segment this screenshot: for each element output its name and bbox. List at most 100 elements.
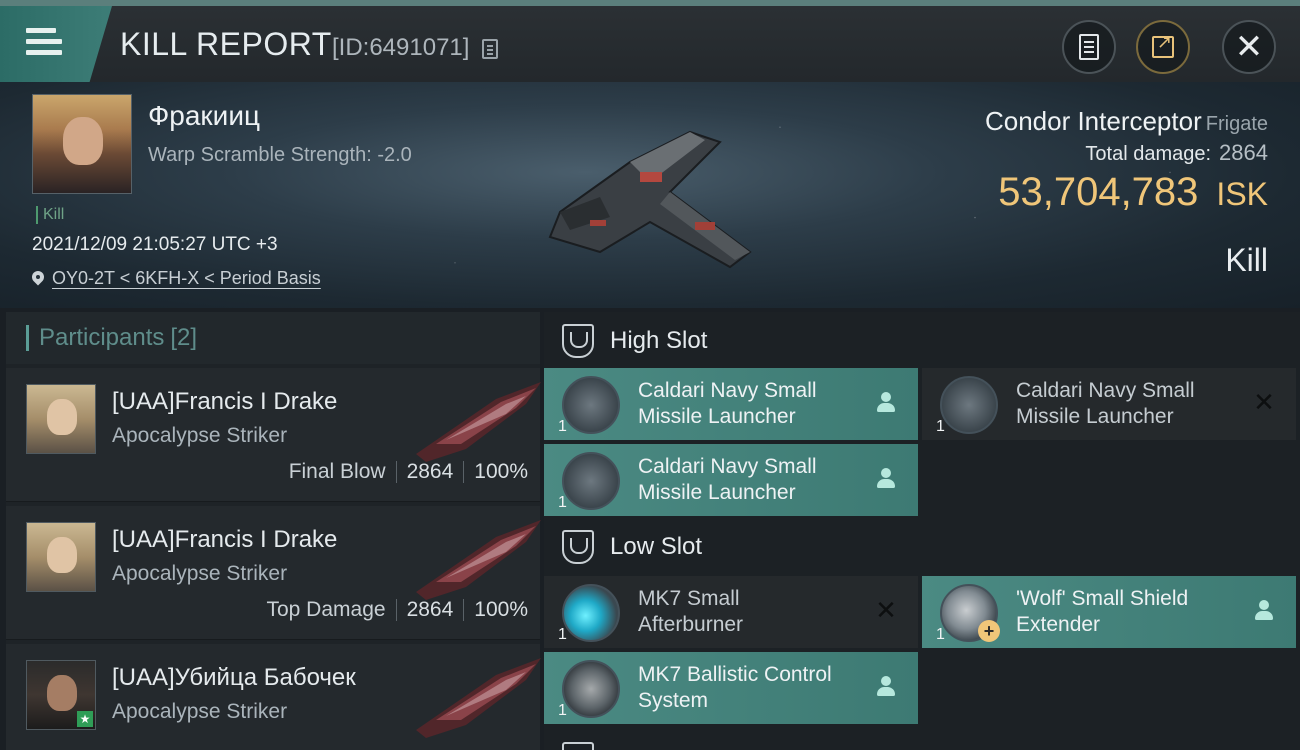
module-name: Caldari Navy Small Missile Launcher: [1016, 378, 1195, 430]
divider: [463, 599, 465, 621]
module-name-line1: MK7 Ballistic Control: [638, 663, 832, 686]
participant-ship-image: [416, 658, 541, 738]
participant-portrait[interactable]: [26, 522, 96, 592]
slot-shield-icon: [562, 742, 594, 750]
module-name-line2: Extender: [1016, 613, 1101, 636]
participant-role: Final Blow: [288, 460, 386, 483]
victim-summary: Фракииц Warp Scramble Strength: -2.0 Kil…: [0, 82, 1300, 308]
shield-extender-icon: +: [940, 584, 1000, 642]
kill-tag: Kill: [36, 206, 64, 224]
header-bar: KILL REPORT [ID:6491071] ✕: [0, 0, 1300, 82]
module-item[interactable]: 1 Caldari Navy Small Missile Launcher: [544, 444, 918, 516]
page-title: KILL REPORT: [120, 26, 332, 62]
participant-percent: 100%: [474, 598, 528, 621]
participant-name[interactable]: [UAA]Francis I Drake: [112, 526, 337, 554]
report-button[interactable]: [1062, 20, 1116, 74]
module-name-line1: 'Wolf' Small Shield: [1016, 587, 1189, 610]
missile-launcher-icon: [562, 376, 620, 434]
module-name-line1: Caldari Navy Small: [638, 455, 817, 478]
participant-ship-image: [416, 520, 541, 600]
close-button[interactable]: ✕: [1222, 20, 1276, 74]
module-quantity: 1: [558, 626, 567, 643]
participants-header: Participants [2]: [6, 312, 540, 364]
module-name-line2: Missile Launcher: [638, 481, 796, 504]
isk-unit: ISK: [1216, 176, 1268, 212]
module-name-line1: Caldari Navy Small: [1016, 379, 1195, 402]
participant-portrait[interactable]: ★: [26, 660, 96, 730]
kill-result: Kill: [1225, 242, 1268, 278]
close-icon: ✕: [1253, 387, 1275, 417]
user-icon: [1252, 598, 1276, 622]
next-slot-header: [544, 732, 1300, 750]
high-slot-header: High Slot: [544, 314, 1300, 368]
kill-timestamp: 2021/12/09 21:05:27 UTC +3: [32, 234, 278, 255]
participants-count: [2]: [170, 324, 198, 351]
low-slot-header: Low Slot: [544, 520, 1300, 574]
module-name-line2: System: [638, 689, 709, 712]
participant-stats: Final Blow 2864 100%: [289, 460, 528, 484]
total-damage-value: 2864: [1219, 140, 1268, 165]
participant-name[interactable]: [UAA]Francis I Drake: [112, 388, 337, 416]
ballistic-control-icon: [562, 660, 620, 718]
user-icon: [874, 466, 898, 490]
module-name: Caldari Navy Small Missile Launcher: [638, 378, 817, 430]
victim-name[interactable]: Фракииц: [148, 100, 260, 132]
kill-location[interactable]: OY0-2T < 6KFH-X < Period Basis: [32, 268, 321, 289]
module-item[interactable]: 1 MK7 Small Afterburner ✕: [544, 576, 918, 648]
module-name-line1: Caldari Navy Small: [638, 379, 817, 402]
module-name: Caldari Navy Small Missile Launcher: [638, 454, 817, 506]
share-icon: [1152, 32, 1174, 58]
copy-icon[interactable]: [482, 39, 498, 59]
module-item[interactable]: 1 Caldari Navy Small Missile Launcher: [544, 368, 918, 440]
module-quantity: 1: [936, 626, 945, 643]
user-icon: [874, 674, 898, 698]
participant-ship: Apocalypse Striker: [112, 562, 288, 585]
participant-ship-image: [416, 382, 541, 462]
victim-ship-name: Condor Interceptor Frigate: [985, 106, 1268, 137]
module-item[interactable]: + 1 'Wolf' Small Shield Extender: [922, 576, 1296, 648]
module-quantity: 1: [558, 418, 567, 435]
participant-row[interactable]: [UAA]Francis I Drake Apocalypse Striker …: [6, 368, 541, 502]
total-damage: Total damage: 2864: [1085, 140, 1268, 166]
divider: [395, 599, 397, 621]
star-icon: ★: [77, 711, 93, 727]
module-name-line2: Missile Launcher: [638, 405, 796, 428]
participants-panel: Participants [2] [UAA]Francis I Drake Ap…: [6, 312, 541, 750]
participant-damage: 2864: [406, 598, 454, 621]
divider: [463, 461, 465, 483]
module-name: 'Wolf' Small Shield Extender: [1016, 586, 1188, 638]
participant-role: Top Damage: [266, 598, 386, 621]
fitting-panel: High Slot 1 Caldari Navy Small Missile La…: [544, 312, 1300, 750]
close-icon: ✕: [1234, 28, 1264, 66]
document-icon: [1079, 34, 1099, 60]
participant-damage: 2864: [406, 460, 454, 483]
participant-name[interactable]: [UAA]Убийца Бабочек: [112, 664, 356, 692]
ship-type[interactable]: Condor Interceptor: [985, 106, 1202, 136]
victim-portrait[interactable]: [32, 94, 132, 194]
participant-row[interactable]: ★ [UAA]Убийца Бабочек Apocalypse Striker: [6, 644, 541, 750]
module-item[interactable]: 1 MK7 Ballistic Control System: [544, 652, 918, 724]
menu-button[interactable]: [0, 6, 112, 82]
module-name: MK7 Small Afterburner: [638, 586, 743, 638]
participant-row[interactable]: [UAA]Francis I Drake Apocalypse Striker …: [6, 506, 541, 640]
low-slot-title: Low Slot: [610, 533, 703, 560]
location-pin-icon: [32, 271, 44, 287]
participant-portrait[interactable]: [26, 384, 96, 454]
user-icon: [874, 390, 898, 414]
missile-launcher-icon: [562, 452, 620, 510]
ship-class: Frigate: [1205, 113, 1268, 135]
participant-ship: Apocalypse Striker: [112, 424, 288, 447]
module-item[interactable]: 1 Caldari Navy Small Missile Launcher ✕: [922, 368, 1296, 440]
module-name-line2: Afterburner: [638, 613, 744, 636]
slot-shield-icon: [562, 530, 594, 564]
missile-launcher-icon: [940, 376, 998, 434]
module-quantity: 1: [936, 418, 945, 435]
module-name-line1: MK7 Small: [638, 587, 740, 610]
total-damage-label: Total damage:: [1085, 143, 1212, 165]
share-button[interactable]: [1136, 20, 1190, 74]
isk-value: 53,704,783 ISK: [998, 170, 1268, 215]
participant-stats: Top Damage 2864 100%: [266, 598, 528, 622]
divider: [395, 461, 397, 483]
hamburger-menu-icon: [26, 28, 62, 56]
location-link[interactable]: OY0-2T < 6KFH-X < Period Basis: [52, 268, 321, 289]
